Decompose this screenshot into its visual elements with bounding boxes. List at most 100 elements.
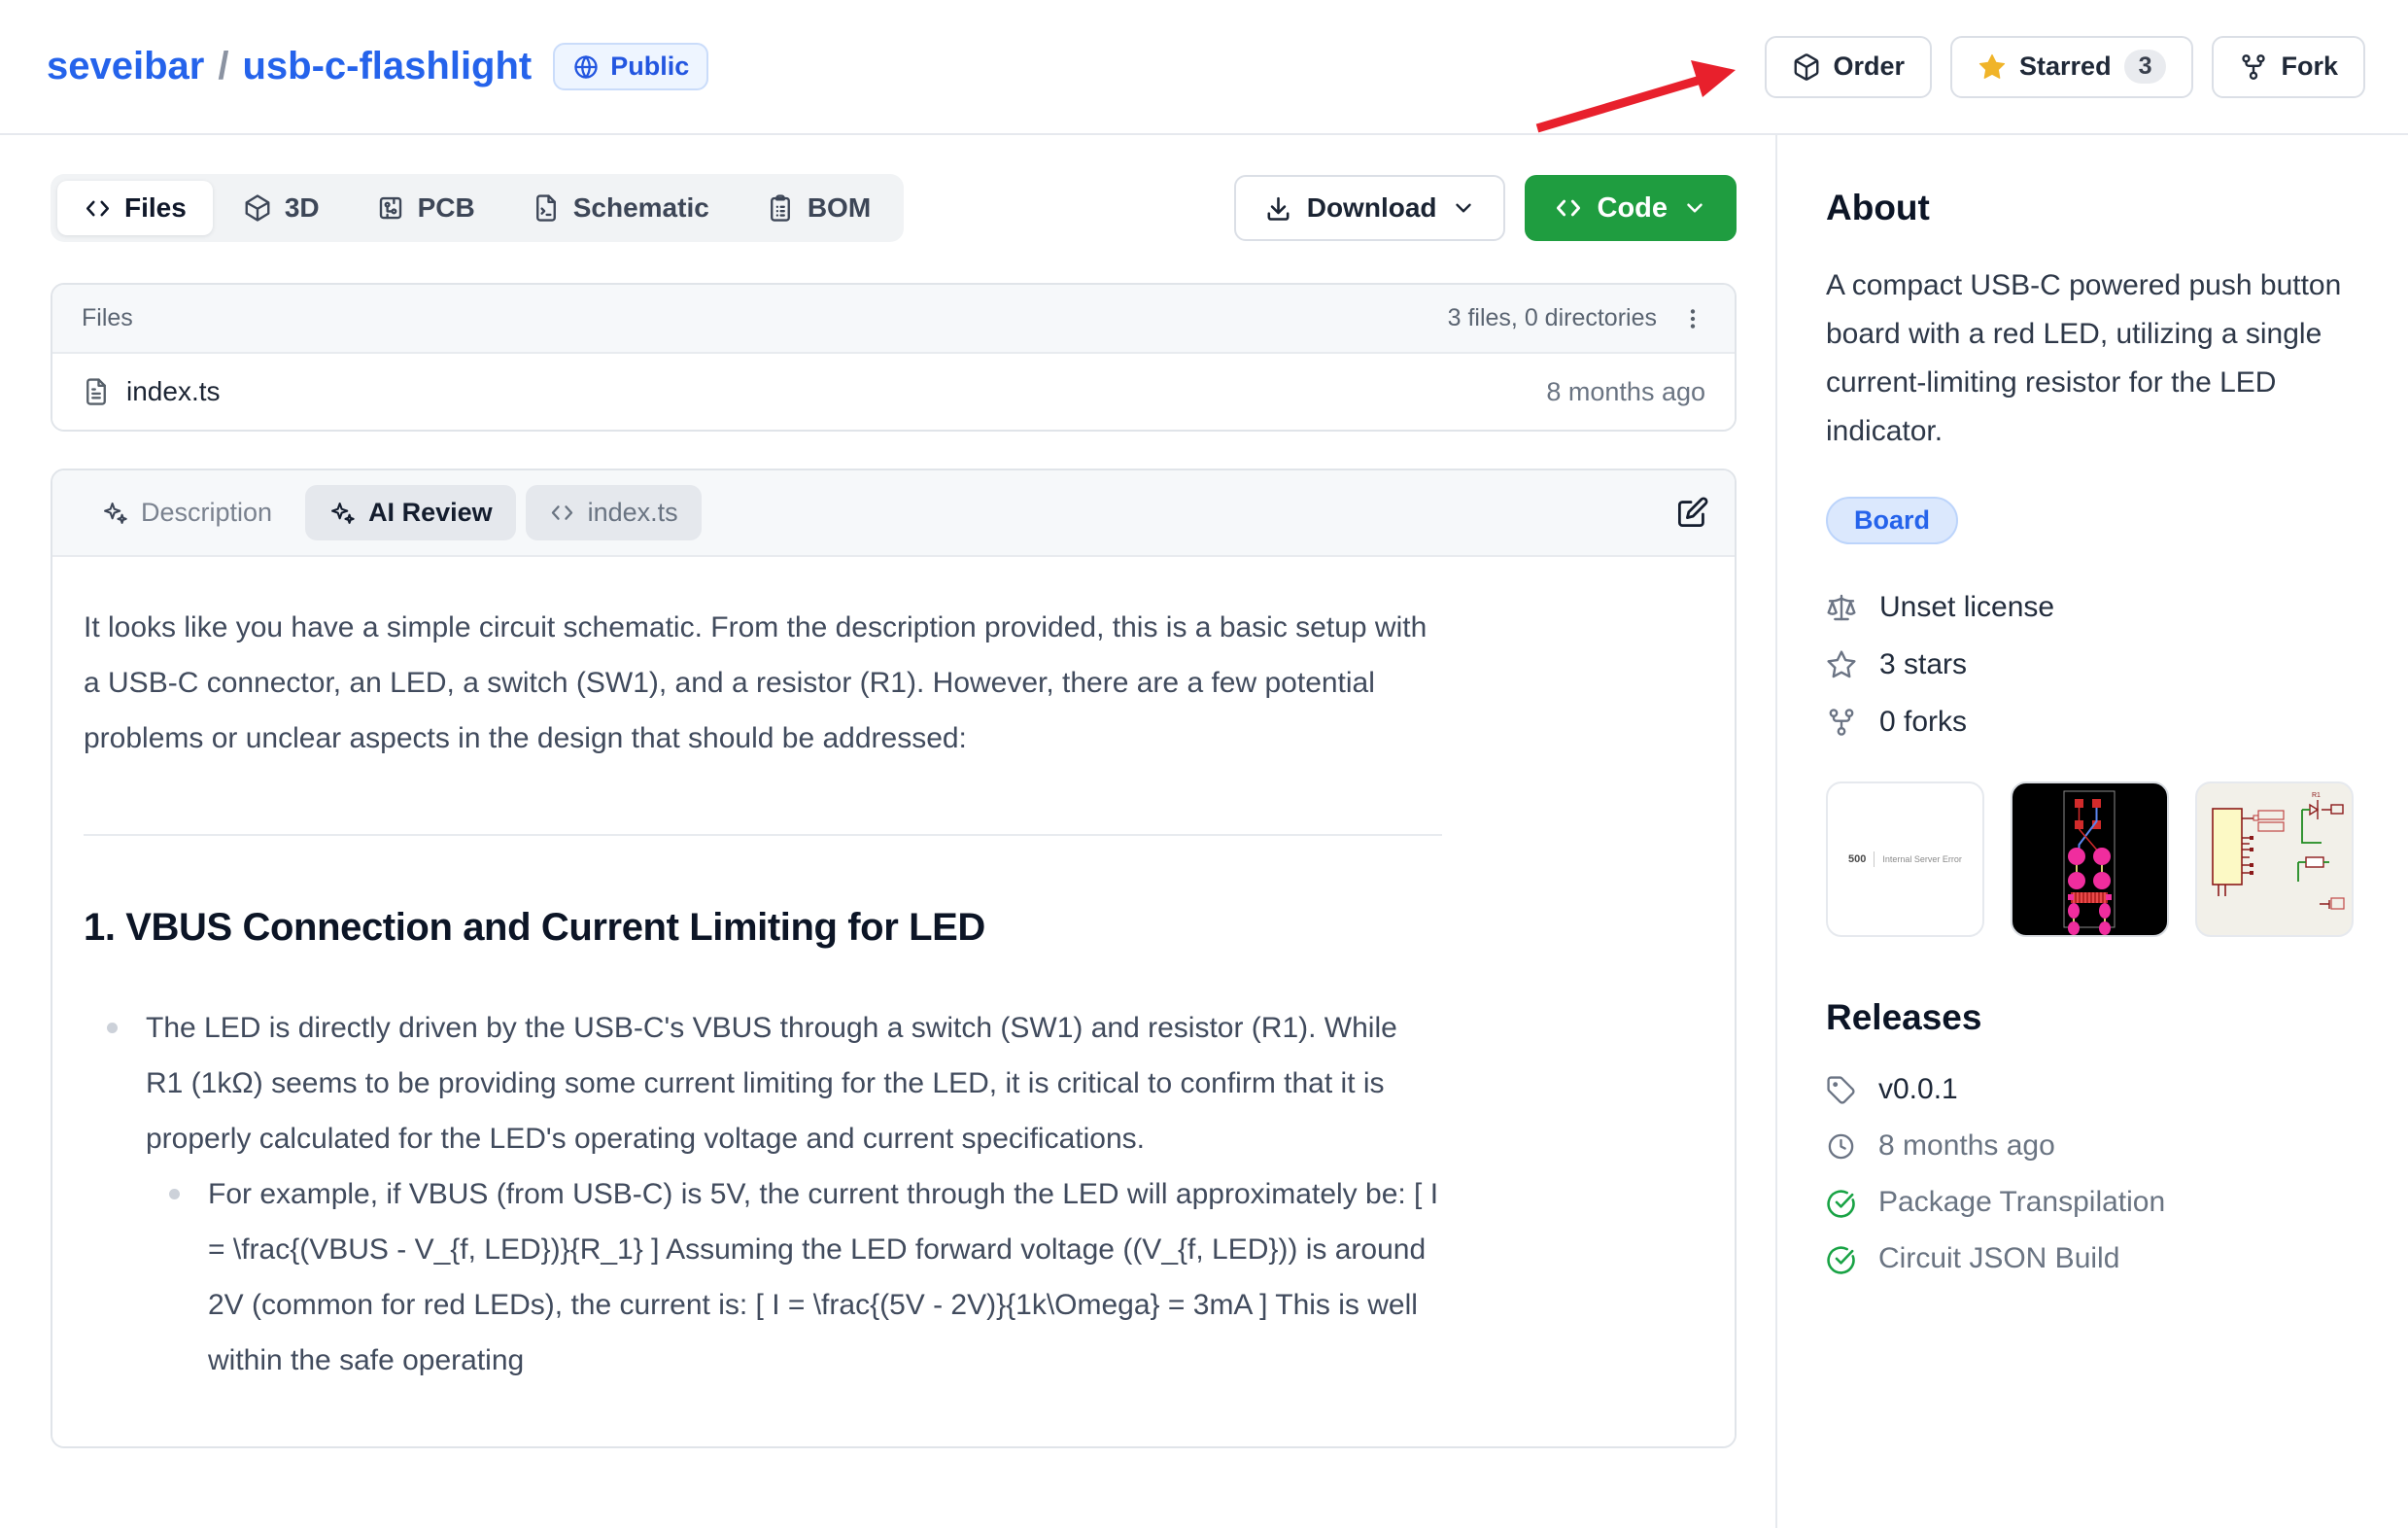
visibility-badge: Public	[553, 43, 708, 90]
error-code: 500	[1848, 853, 1866, 865]
globe-icon	[572, 53, 600, 81]
view-tabs: Files 3D PCB Schematic BOM	[51, 174, 904, 242]
list-item: For example, if VBUS (from USB-C) is 5V,…	[208, 1166, 1442, 1388]
sparkles-icon	[328, 500, 356, 527]
pcb-render	[2012, 783, 2167, 935]
tab-schematic-label: Schematic	[573, 192, 709, 224]
tab-files-label: Files	[124, 192, 187, 224]
tab-3d-label: 3D	[285, 192, 320, 224]
code-icon	[84, 194, 112, 223]
tag-board[interactable]: Board	[1826, 497, 1958, 544]
chevron-down-icon	[1451, 195, 1476, 221]
page-body: Files 3D PCB Schematic BOM	[0, 135, 2408, 1528]
ai-review-content: It looks like you have a simple circuit …	[52, 557, 1735, 1446]
thumbnail-3d-preview[interactable]: 500 Internal Server Error	[1826, 781, 1984, 937]
clipboard-list-icon	[766, 193, 795, 223]
cube-icon	[243, 193, 272, 223]
scale-icon	[1826, 592, 1857, 623]
visibility-label: Public	[610, 52, 689, 82]
repo-title: seveibar / usb-c-flashlight Public	[47, 43, 708, 90]
thumbnail-schematic-preview[interactable]: R1	[2195, 781, 2354, 937]
about-description: A compact USB-C powered push button boar…	[1826, 261, 2354, 456]
tab-description-label: Description	[141, 498, 272, 528]
tab-files[interactable]: Files	[57, 181, 213, 235]
release-version-row[interactable]: v0.0.1	[1826, 1073, 2354, 1106]
about-title: About	[1826, 188, 2354, 228]
table-row[interactable]: index.ts 8 months ago	[52, 354, 1735, 430]
tab-ai-review-label: AI Review	[368, 498, 493, 528]
repo-owner-link[interactable]: seveibar	[47, 45, 204, 88]
code-button[interactable]: Code	[1525, 175, 1737, 241]
list-item: The LED is directly driven by the USB-C'…	[146, 1000, 1442, 1388]
tab-bom[interactable]: BOM	[740, 181, 897, 235]
download-icon	[1263, 193, 1293, 224]
license-row[interactable]: Unset license	[1826, 591, 2354, 624]
release-date-label: 8 months ago	[1878, 1129, 2055, 1163]
edit-icon	[1675, 496, 1709, 530]
schematic-file-icon	[532, 193, 561, 223]
check-circle-icon	[1826, 1188, 1856, 1218]
license-label: Unset license	[1879, 591, 2054, 624]
order-label: Order	[1834, 52, 1906, 82]
schematic-render: R1	[2197, 783, 2352, 935]
files-card-header: Files 3 files, 0 directories	[52, 285, 1735, 354]
download-button[interactable]: Download	[1234, 175, 1505, 241]
view-toolbar: Files 3D PCB Schematic BOM	[51, 174, 1737, 242]
files-summary: 3 files, 0 directories	[1448, 304, 1657, 332]
review-bullet-list: The LED is directly driven by the USB-C'…	[84, 1000, 1442, 1388]
edit-button[interactable]	[1675, 496, 1709, 530]
code-icon	[1554, 193, 1583, 223]
viewer-tabbar: Description AI Review index.ts	[52, 470, 1735, 557]
thumbnail-pcb-preview[interactable]	[2011, 781, 2169, 937]
star-button[interactable]: Starred 3	[1950, 36, 2193, 98]
repo-name-link[interactable]: usb-c-flashlight	[242, 45, 532, 88]
code-icon	[549, 500, 575, 526]
tab-schematic[interactable]: Schematic	[505, 181, 736, 235]
files-card: Files 3 files, 0 directories index.ts 8 …	[51, 283, 1737, 432]
file-updated-label: 8 months ago	[1546, 377, 1705, 407]
release-check-circuit-json-row: Circuit JSON Build	[1826, 1242, 2354, 1275]
tab-pcb[interactable]: PCB	[350, 181, 501, 235]
package-icon	[1792, 52, 1821, 82]
fork-icon	[2239, 52, 2268, 82]
main-column: Files 3D PCB Schematic BOM	[0, 135, 1775, 1528]
error-message: Internal Server Error	[1882, 854, 1962, 864]
svg-text:R1: R1	[2312, 792, 2321, 799]
tab-ai-review[interactable]: AI Review	[305, 485, 516, 540]
fork-button[interactable]: Fork	[2212, 36, 2365, 98]
clock-icon	[1826, 1131, 1856, 1162]
sidebar: About A compact USB-C powered push butto…	[1775, 135, 2408, 1528]
review-section-heading: 1. VBUS Connection and Current Limiting …	[84, 900, 1442, 955]
file-link[interactable]: index.ts	[82, 376, 221, 407]
tab-bom-label: BOM	[808, 192, 871, 224]
file-name-label: index.ts	[126, 376, 221, 407]
forks-row[interactable]: 0 forks	[1826, 706, 2354, 739]
preview-thumbnails: 500 Internal Server Error	[1826, 781, 2354, 937]
tab-description[interactable]: Description	[78, 485, 295, 540]
star-icon	[1978, 52, 2007, 82]
tab-pcb-label: PCB	[418, 192, 475, 224]
files-card-title: Files	[82, 304, 133, 332]
release-check-transpilation-row: Package Transpilation	[1826, 1186, 2354, 1219]
code-button-label: Code	[1598, 192, 1668, 225]
download-label: Download	[1307, 192, 1437, 224]
tab-3d[interactable]: 3D	[217, 181, 346, 235]
chevron-down-icon	[1682, 195, 1707, 221]
star-outline-icon	[1826, 649, 1857, 680]
tab-index-ts[interactable]: index.ts	[526, 485, 702, 540]
header-actions: Order Starred 3 Fork	[1765, 36, 2366, 98]
forks-label: 0 forks	[1879, 706, 1967, 739]
check-circle-icon	[1826, 1244, 1856, 1274]
tag-icon	[1826, 1075, 1856, 1105]
review-bullet-2: For example, if VBUS (from USB-C) is 5V,…	[208, 1178, 1438, 1376]
release-date-row: 8 months ago	[1826, 1129, 2354, 1163]
stars-row[interactable]: 3 stars	[1826, 648, 2354, 681]
fork-button-label: Fork	[2281, 52, 2338, 82]
kebab-menu-icon[interactable]	[1680, 306, 1705, 331]
release-check-transpilation-label: Package Transpilation	[1878, 1186, 2165, 1219]
star-count-badge: 3	[2124, 50, 2167, 84]
file-icon	[82, 377, 111, 406]
content-divider	[84, 834, 1442, 836]
releases-title: Releases	[1826, 997, 2354, 1038]
order-button[interactable]: Order	[1765, 36, 1933, 98]
